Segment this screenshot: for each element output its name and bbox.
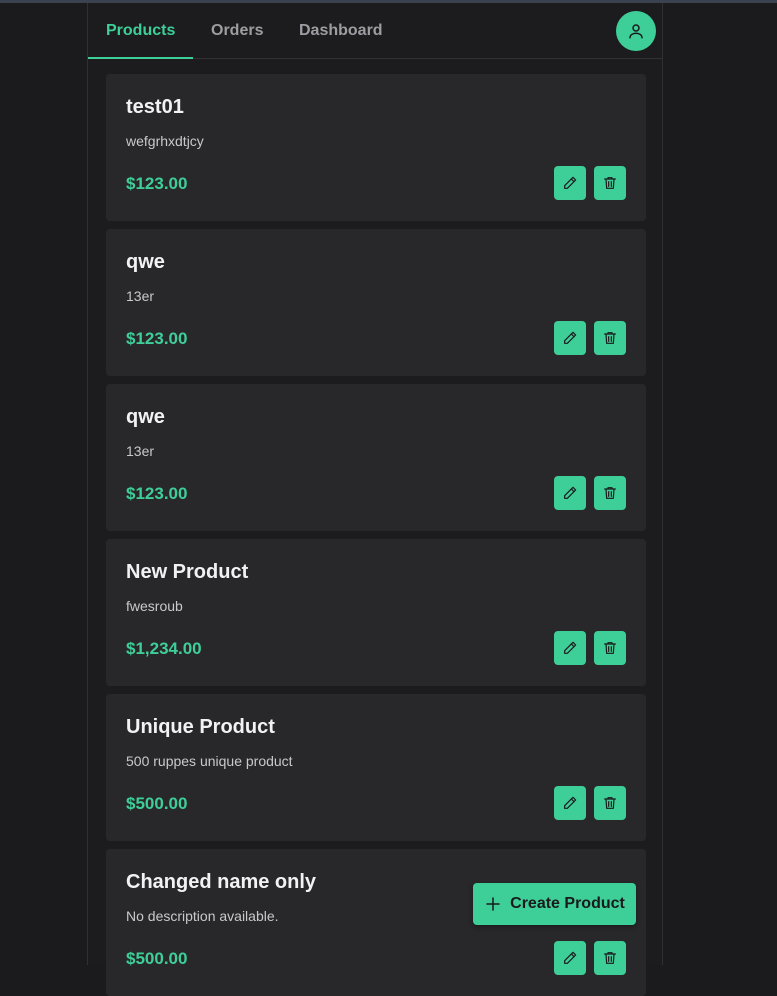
delete-product-button[interactable] — [594, 631, 626, 665]
delete-product-button[interactable] — [594, 166, 626, 200]
product-card: qwe 13er $123.00 — [106, 384, 646, 531]
user-icon — [629, 24, 643, 39]
product-card: qwe 13er $123.00 — [106, 229, 646, 376]
delete-product-button[interactable] — [594, 786, 626, 820]
trash-icon — [602, 175, 618, 191]
tab-dashboard[interactable]: Dashboard — [299, 3, 383, 59]
product-name: qwe — [126, 251, 165, 273]
product-description: 13er — [126, 443, 155, 459]
app-frame: Products Orders Dashboard test01 wefgrhxd… — [87, 3, 663, 996]
product-description: No description available. — [126, 908, 279, 924]
trash-icon — [602, 640, 618, 656]
product-description: wefgrhxdtjcy — [126, 133, 204, 149]
trash-icon — [602, 795, 618, 811]
product-description: 500 ruppes unique product — [126, 753, 293, 769]
product-name: Unique Product — [126, 716, 275, 738]
edit-product-button[interactable] — [554, 941, 586, 975]
edit-product-button[interactable] — [554, 166, 586, 200]
product-price: $123.00 — [126, 484, 188, 503]
delete-product-button[interactable] — [594, 941, 626, 975]
edit-product-button[interactable] — [554, 631, 586, 665]
trash-icon — [602, 485, 618, 501]
delete-product-button[interactable] — [594, 321, 626, 355]
product-name: qwe — [126, 406, 165, 428]
active-tab-indicator — [88, 57, 193, 59]
product-name: test01 — [126, 96, 184, 118]
product-description: 13er — [126, 288, 155, 304]
pencil-icon — [562, 795, 578, 811]
tab-products[interactable]: Products — [106, 3, 175, 59]
plus-icon — [486, 897, 500, 911]
edit-product-button[interactable] — [554, 786, 586, 820]
product-price: $500.00 — [126, 794, 188, 813]
delete-product-button[interactable] — [594, 476, 626, 510]
product-card: New Product fwesroub $1,234.00 — [106, 539, 646, 686]
tab-orders[interactable]: Orders — [211, 3, 263, 59]
trash-icon — [602, 950, 618, 966]
pencil-icon — [562, 485, 578, 501]
product-price: $1,234.00 — [126, 639, 202, 658]
product-name: Changed name only — [126, 871, 317, 893]
create-product-button[interactable]: Create Product — [473, 883, 636, 925]
product-price: $123.00 — [126, 329, 188, 348]
pencil-icon — [562, 640, 578, 656]
edit-product-button[interactable] — [554, 321, 586, 355]
product-price: $123.00 — [126, 174, 188, 193]
pencil-icon — [562, 175, 578, 191]
profile-button[interactable] — [616, 11, 656, 51]
trash-icon — [602, 330, 618, 346]
product-name: New Product — [126, 561, 249, 583]
product-price: $500.00 — [126, 949, 188, 968]
product-card: Unique Product 500 ruppes unique product $… — [106, 694, 646, 841]
pencil-icon — [562, 330, 578, 346]
pencil-icon — [562, 950, 578, 966]
create-product-label: Create Product — [510, 895, 625, 912]
top-nav: Products Orders Dashboard — [88, 3, 662, 59]
product-description: fwesroub — [126, 598, 183, 614]
edit-product-button[interactable] — [554, 476, 586, 510]
product-card: test01 wefgrhxdtjcy $123.00 — [106, 74, 646, 221]
